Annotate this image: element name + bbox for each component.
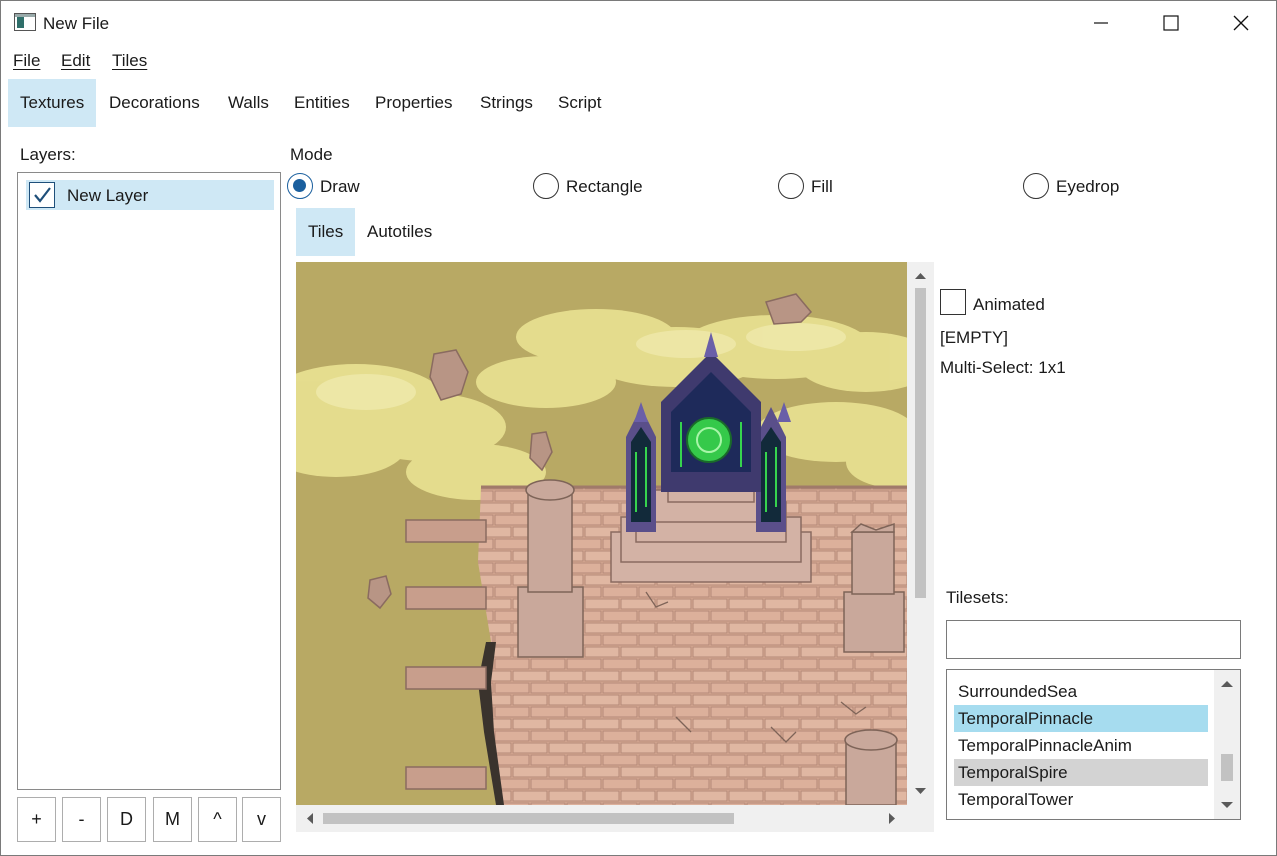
tileset-item-selected[interactable]: TemporalPinnacle bbox=[954, 705, 1208, 732]
tab-entities[interactable]: Entities bbox=[282, 79, 362, 127]
move-layer-up-button[interactable]: ^ bbox=[198, 797, 237, 842]
scroll-left-icon bbox=[307, 813, 313, 824]
animated-checkbox[interactable] bbox=[940, 289, 966, 315]
layers-label: Layers: bbox=[20, 145, 76, 164]
window-title: New File bbox=[43, 14, 110, 33]
tab-properties[interactable]: Properties bbox=[363, 79, 464, 127]
canvas-vertical-scrollbar[interactable] bbox=[907, 262, 934, 805]
merge-layer-button[interactable]: M bbox=[153, 797, 192, 842]
selected-tile-label: [EMPTY] bbox=[940, 328, 1009, 347]
scroll-down-icon bbox=[915, 788, 926, 794]
mode-fill-label: Fill bbox=[811, 177, 833, 196]
layer-item[interactable]: New Layer bbox=[26, 180, 274, 210]
tab-walls[interactable]: Walls bbox=[216, 79, 281, 127]
tab-script[interactable]: Script bbox=[546, 79, 613, 127]
scroll-up-icon bbox=[1221, 681, 1233, 687]
tileset-image bbox=[296, 262, 907, 805]
menu-tiles[interactable]: Tiles bbox=[112, 51, 147, 71]
duplicate-layer-button[interactable]: D bbox=[107, 797, 146, 842]
maximize-icon bbox=[1163, 15, 1179, 31]
layer-visibility-checkbox[interactable] bbox=[29, 182, 55, 208]
checkmark-icon bbox=[34, 187, 51, 203]
tileset-item[interactable]: TemporalTower bbox=[954, 786, 1208, 813]
horizontal-scroll-thumb[interactable] bbox=[323, 813, 734, 824]
menu-edit[interactable]: Edit bbox=[61, 51, 90, 71]
tab-tiles[interactable]: Tiles bbox=[296, 208, 356, 256]
scroll-down-icon bbox=[1221, 802, 1233, 808]
tilesets-scroll-thumb[interactable] bbox=[1221, 754, 1233, 781]
tab-strings[interactable]: Strings bbox=[468, 79, 545, 127]
layer-name: New Layer bbox=[67, 186, 149, 205]
remove-layer-button[interactable]: - bbox=[62, 797, 101, 842]
tileset-item[interactable]: TemporalPinnacleAnim bbox=[954, 732, 1208, 759]
radio-unchecked-icon bbox=[533, 173, 559, 199]
tab-autotiles[interactable]: Autotiles bbox=[355, 208, 444, 256]
scroll-right-icon bbox=[889, 813, 895, 824]
tab-decorations[interactable]: Decorations bbox=[97, 79, 212, 127]
app-icon bbox=[14, 13, 36, 31]
minimize-icon bbox=[1094, 22, 1108, 24]
move-layer-down-button[interactable]: v bbox=[242, 797, 281, 842]
app-window: New File File Edit Tiles Textures Decora… bbox=[0, 0, 1277, 856]
mode-label: Mode bbox=[290, 145, 333, 164]
tab-textures[interactable]: Textures bbox=[8, 79, 97, 127]
tilesets-list[interactable]: SurroundedSea TemporalPinnacle TemporalP… bbox=[946, 669, 1241, 820]
maximize-button[interactable] bbox=[1136, 1, 1206, 45]
mode-draw-label: Draw bbox=[320, 177, 360, 196]
close-icon bbox=[1233, 15, 1249, 31]
tileset-item[interactable]: SurroundedSea bbox=[954, 678, 1208, 705]
title-bar: New File bbox=[1, 1, 1276, 45]
mode-eyedrop-label: Eyedrop bbox=[1056, 177, 1120, 196]
radio-unchecked-icon bbox=[778, 173, 804, 199]
radio-checked-icon bbox=[287, 173, 313, 199]
scroll-up-icon bbox=[915, 273, 926, 279]
add-layer-button[interactable]: + bbox=[17, 797, 56, 842]
tileset-item-hovered[interactable]: TemporalSpire bbox=[954, 759, 1208, 786]
layers-list[interactable]: New Layer bbox=[17, 172, 281, 790]
tileset-canvas[interactable] bbox=[296, 262, 907, 805]
radio-unchecked-icon bbox=[1023, 173, 1049, 199]
animated-label: Animated bbox=[973, 295, 1045, 314]
vertical-scroll-thumb[interactable] bbox=[915, 288, 926, 598]
tilesets-label: Tilesets: bbox=[946, 588, 1009, 607]
tilesets-scrollbar[interactable] bbox=[1214, 670, 1240, 819]
minimize-button[interactable] bbox=[1066, 1, 1136, 45]
close-button[interactable] bbox=[1206, 1, 1276, 45]
canvas-horizontal-scrollbar[interactable] bbox=[296, 805, 934, 832]
menu-file[interactable]: File bbox=[13, 51, 40, 71]
mode-rectangle-label: Rectangle bbox=[566, 177, 643, 196]
tilesets-search-input[interactable] bbox=[946, 620, 1241, 659]
multi-select-label: Multi-Select: 1x1 bbox=[940, 358, 1066, 377]
